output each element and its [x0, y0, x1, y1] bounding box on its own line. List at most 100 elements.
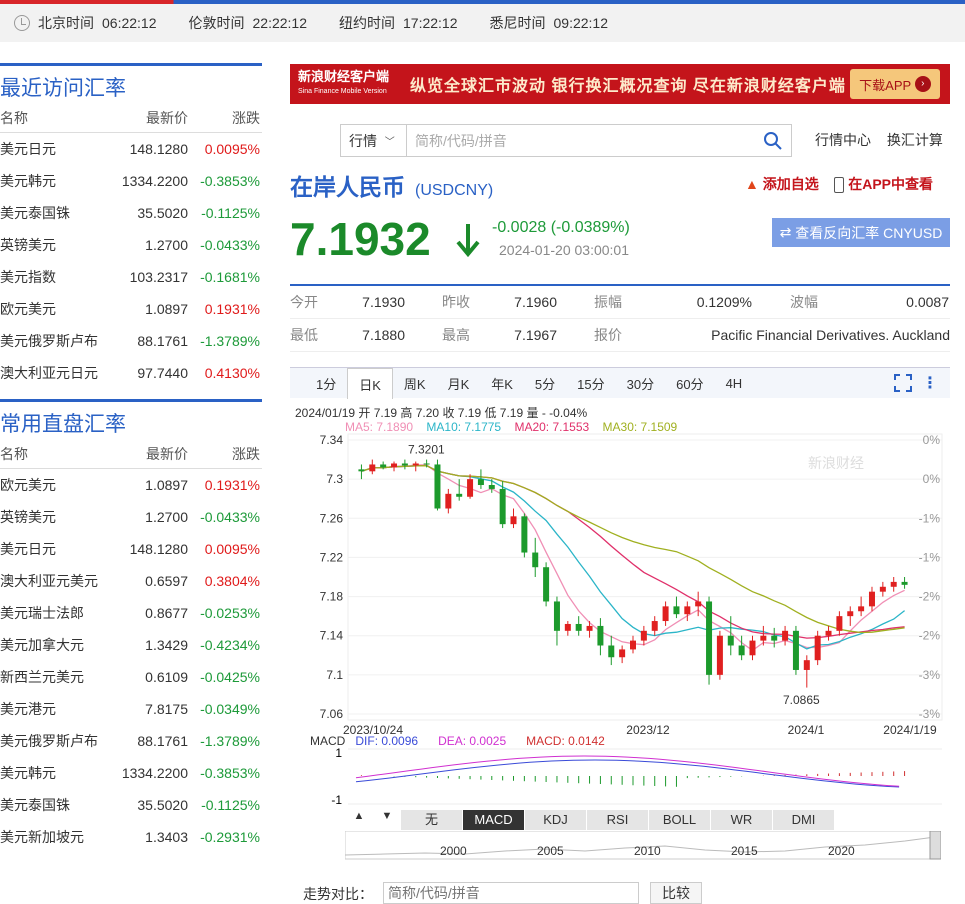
rate-row[interactable]: 美元瑞士法郎 0.8677 -0.0253%: [0, 597, 262, 629]
reverse-rate-button[interactable]: ⇄ 查看反向汇率 CNYUSD: [772, 218, 950, 247]
rate-name[interactable]: 美元泰国铢: [0, 203, 100, 223]
rate-name[interactable]: 美元泰国铢: [0, 795, 100, 815]
indicator-tab[interactable]: 无: [401, 810, 463, 830]
rate-row[interactable]: 英镑美元 1.2700 -0.0433%: [0, 229, 262, 261]
dif-line: [355, 759, 900, 788]
pct-tick-label: -3%: [919, 668, 941, 682]
candle-body: [391, 463, 398, 468]
compare-input[interactable]: [383, 882, 639, 904]
rate-row[interactable]: 美元加拿大元 1.3429 -0.4234%: [0, 629, 262, 661]
rate-name[interactable]: 美元港元: [0, 699, 100, 719]
indicator-tab[interactable]: RSI: [587, 810, 649, 830]
period-tab[interactable]: 5分: [524, 368, 566, 398]
rate-change: -0.4234%: [200, 637, 260, 653]
rate-change: 0.3804%: [204, 573, 260, 589]
y-tick-label: 7.06: [320, 707, 344, 721]
compare-label: 走势对比：: [303, 886, 373, 902]
rate-row[interactable]: 欧元美元 1.0897 0.1931%: [0, 293, 262, 325]
rate-name[interactable]: 美元韩元: [0, 763, 100, 783]
period-tab[interactable]: 60分: [665, 368, 714, 398]
compare-button[interactable]: 比较: [650, 882, 702, 904]
rate-price: 1334.2200: [121, 765, 188, 781]
period-tab[interactable]: 30分: [616, 368, 665, 398]
open-label: 今开: [290, 294, 318, 310]
rate-row[interactable]: 美元日元 148.1280 0.0095%: [0, 133, 262, 165]
period-tab[interactable]: 月K: [437, 368, 481, 398]
candle-body: [445, 493, 452, 509]
rate-name[interactable]: 美元俄罗斯卢布: [0, 331, 100, 351]
pct-tick-label: -1%: [919, 550, 941, 564]
candle-body: [901, 581, 908, 585]
col-change: 涨跌: [232, 445, 260, 462]
rate-name[interactable]: 澳大利亚元美元: [0, 571, 100, 591]
low-label: 最低: [290, 327, 318, 343]
rate-name[interactable]: 美元加拿大元: [0, 635, 100, 655]
add-favorite-button[interactable]: ▲ 添加自选: [745, 176, 819, 192]
rate-name[interactable]: 英镑美元: [0, 235, 100, 255]
rate-row[interactable]: 美元新加坡元 1.3403 -0.2931%: [0, 821, 262, 853]
rate-name[interactable]: 欧元美元: [0, 475, 100, 495]
period-tab[interactable]: 周K: [393, 368, 437, 398]
search-input[interactable]: [407, 132, 763, 149]
rate-price: 1334.2200: [121, 173, 188, 189]
rate-row[interactable]: 英镑美元 1.2700 -0.0433%: [0, 501, 262, 533]
indicator-tab[interactable]: MACD: [463, 810, 525, 830]
rate-row[interactable]: 美元俄罗斯卢布 88.1761 -1.3789%: [0, 325, 262, 357]
rate-name[interactable]: 澳大利亚元日元: [0, 363, 100, 383]
scroll-down-icon[interactable]: ▼: [373, 810, 401, 830]
rate-name[interactable]: 美元指数: [0, 267, 100, 287]
view-in-app-button[interactable]: 在APP中查看: [834, 176, 933, 194]
period-tab[interactable]: 4H: [715, 368, 754, 398]
range-value: 0.0087: [906, 294, 949, 310]
x-tick-label: 2024/1: [788, 723, 825, 737]
market-center-link[interactable]: 行情中心: [815, 132, 871, 148]
rate-row[interactable]: 美元港元 7.8175 -0.0349%: [0, 693, 262, 725]
rate-name[interactable]: 美元新加坡元: [0, 827, 100, 847]
market-select[interactable]: 行情 ﹀: [341, 125, 407, 156]
indicator-tab[interactable]: DMI: [773, 810, 835, 830]
rate-name[interactable]: 美元瑞士法郎: [0, 603, 100, 623]
kline-chart[interactable]: 7.34 0% 7.3 0% 7.26 -1% 7.22 -1% 7.18 -2% 7.14 -2% 7…: [290, 404, 950, 874]
exchange-calc-link[interactable]: 换汇计算: [887, 132, 943, 148]
rate-row[interactable]: 美元泰国铢 35.5020 -0.1125%: [0, 197, 262, 229]
recent-rates-list: 美元日元 148.1280 0.0095% 美元韩元 1334.2200 -0.3853%…: [0, 133, 262, 389]
rate-row[interactable]: 新西兰元美元 0.6109 -0.0425%: [0, 661, 262, 693]
rate-name[interactable]: 美元俄罗斯卢布: [0, 731, 100, 751]
quote-time: 2024-01-20 03:00:01: [499, 242, 629, 258]
candle-body: [673, 606, 680, 615]
rate-name[interactable]: 美元日元: [0, 539, 100, 559]
rate-row[interactable]: 美元俄罗斯卢布 88.1761 -1.3789%: [0, 725, 262, 757]
rate-name[interactable]: 英镑美元: [0, 507, 100, 527]
more-icon[interactable]: ⋮: [922, 373, 938, 393]
amplitude-label: 振幅: [594, 294, 622, 310]
app-download-banner[interactable]: 新浪财经客户端 Sina Finance Mobile Version 纵览全球汇…: [290, 64, 950, 104]
rate-row[interactable]: 美元泰国铢 35.5020 -0.1125%: [0, 789, 262, 821]
search-icon[interactable]: [763, 131, 783, 151]
rate-row[interactable]: 美元韩元 1334.2200 -0.3853%: [0, 165, 262, 197]
period-tab[interactable]: 年K: [480, 368, 524, 398]
download-app-button[interactable]: 下载APP ›: [850, 69, 940, 99]
rate-name[interactable]: 美元韩元: [0, 171, 100, 191]
rate-row[interactable]: 澳大利亚元日元 97.7440 0.4130%: [0, 357, 262, 389]
candle-body: [412, 463, 419, 466]
prev-close-label: 昨收: [442, 294, 470, 310]
indicator-tab[interactable]: KDJ: [525, 810, 587, 830]
common-rates-title: 常用直盘汇率: [0, 399, 262, 439]
indicator-tab[interactable]: BOLL: [649, 810, 711, 830]
candle-body: [836, 616, 843, 631]
indicator-tab[interactable]: WR: [711, 810, 773, 830]
rate-row[interactable]: 美元日元 148.1280 0.0095%: [0, 533, 262, 565]
rate-name[interactable]: 新西兰元美元: [0, 667, 100, 687]
rate-row[interactable]: 澳大利亚元美元 0.6597 0.3804%: [0, 565, 262, 597]
search-bar: 行情 ﹀: [340, 124, 792, 157]
rate-row[interactable]: 美元指数 103.2317 -0.1681%: [0, 261, 262, 293]
scroll-up-icon[interactable]: ▲: [345, 810, 373, 830]
period-tab[interactable]: 日K: [347, 368, 393, 399]
rate-row[interactable]: 欧元美元 1.0897 0.1931%: [0, 469, 262, 501]
rate-row[interactable]: 美元韩元 1334.2200 -0.3853%: [0, 757, 262, 789]
fullscreen-icon[interactable]: [894, 374, 912, 392]
rate-name[interactable]: 欧元美元: [0, 299, 100, 319]
period-tab[interactable]: 1分: [305, 368, 347, 398]
period-tab[interactable]: 15分: [566, 368, 615, 398]
rate-name[interactable]: 美元日元: [0, 139, 100, 159]
